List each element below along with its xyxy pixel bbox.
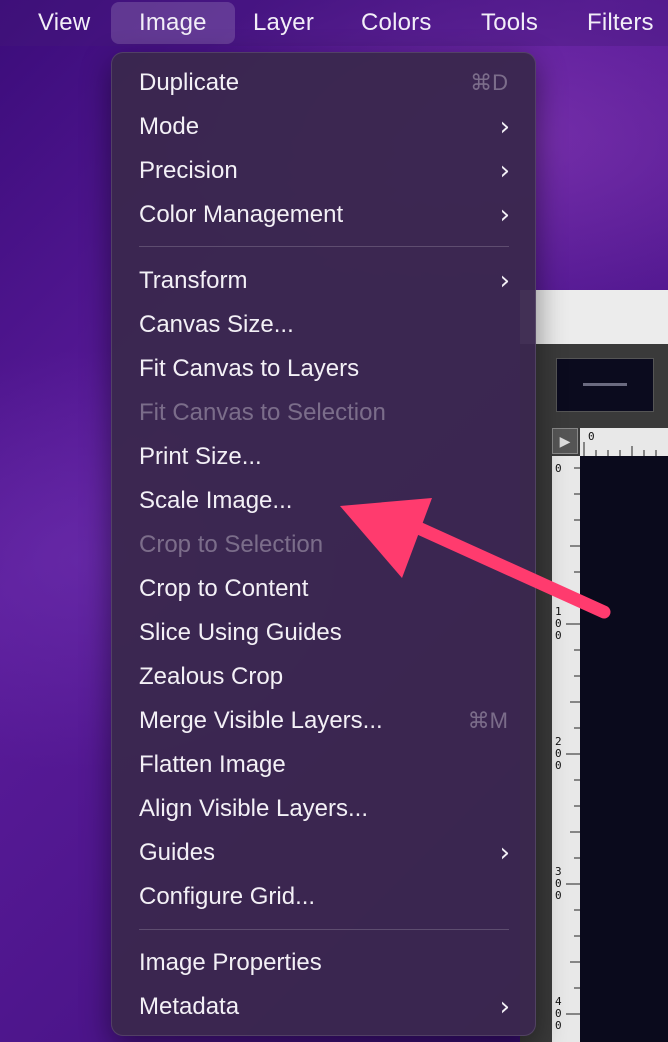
horizontal-ruler: 0: [580, 428, 668, 456]
menu-separator: [139, 929, 509, 930]
chevron-right-icon: ›: [499, 992, 510, 1022]
menu-item-label: Guides: [139, 839, 216, 866]
window-titlebar: [520, 290, 668, 344]
menu-item-transform[interactable]: Transform ›: [111, 259, 536, 303]
menu-colors[interactable]: Colors: [361, 0, 432, 46]
menu-item-label: Configure Grid...: [139, 883, 316, 910]
image-menu: Duplicate ⌘D Mode › Precision › Color Ma…: [111, 52, 536, 1036]
menu-view[interactable]: View: [38, 0, 90, 46]
menu-item-label: Duplicate: [139, 69, 240, 96]
chevron-right-icon: ›: [499, 112, 510, 142]
menu-item-label: Scale Image...: [139, 487, 293, 514]
menu-item-label: Precision: [139, 157, 238, 184]
menu-item-metadata[interactable]: Metadata ›: [111, 985, 536, 1029]
image-thumbnail[interactable]: [556, 358, 654, 412]
gimp-window: ▶ 0 0 100 200 300 400: [520, 290, 668, 1042]
menu-item-label: Merge Visible Layers...: [139, 707, 383, 734]
shortcut-label: ⌘D: [470, 70, 508, 95]
menu-item-color-management[interactable]: Color Management ›: [111, 193, 536, 237]
chevron-right-icon: ›: [499, 156, 510, 186]
chevron-right-icon: ›: [499, 200, 510, 230]
ruler-ticks: [583, 442, 657, 456]
menu-item-guides[interactable]: Guides ›: [111, 831, 536, 875]
menu-item-zealous-crop[interactable]: Zealous Crop: [111, 655, 536, 699]
shortcut-label: ⌘M: [467, 708, 508, 733]
chevron-right-icon: ›: [499, 266, 510, 296]
vertical-ruler: 0 100 200 300 400: [552, 456, 580, 1042]
menu-item-align-visible-layers[interactable]: Align Visible Layers...: [111, 787, 536, 831]
menu-item-label: Zealous Crop: [139, 663, 284, 690]
menu-item-label: Transform: [139, 267, 248, 294]
menu-item-image-properties[interactable]: Image Properties: [111, 941, 536, 985]
menu-item-duplicate[interactable]: Duplicate ⌘D: [111, 61, 536, 105]
menu-item-flatten-image[interactable]: Flatten Image: [111, 743, 536, 787]
menu-item-print-size[interactable]: Print Size...: [111, 435, 536, 479]
menu-item-label: Metadata: [139, 993, 240, 1020]
menu-tools[interactable]: Tools: [481, 0, 538, 46]
menu-filters[interactable]: Filters: [587, 0, 654, 46]
menu-item-label: Fit Canvas to Selection: [139, 399, 386, 426]
menu-item-label: Slice Using Guides: [139, 619, 342, 646]
menu-item-label: Color Management: [139, 201, 344, 228]
menu-layer[interactable]: Layer: [253, 0, 314, 46]
vertical-ruler-ticks: [566, 467, 580, 1015]
menu-item-configure-grid[interactable]: Configure Grid...: [111, 875, 536, 919]
menu-item-precision[interactable]: Precision ›: [111, 149, 536, 193]
menu-image[interactable]: Image: [111, 2, 235, 44]
menu-item-crop-to-content[interactable]: Crop to Content: [111, 567, 536, 611]
menu-item-label: Crop to Selection: [139, 531, 324, 558]
menu-item-slice-using-guides[interactable]: Slice Using Guides: [111, 611, 536, 655]
menu-item-fit-canvas-to-layers[interactable]: Fit Canvas to Layers: [111, 347, 536, 391]
menu-item-label: Flatten Image: [139, 751, 286, 778]
chevron-right-icon: ›: [499, 838, 510, 868]
menu-item-mode[interactable]: Mode ›: [111, 105, 536, 149]
menu-item-fit-canvas-to-selection: Fit Canvas to Selection: [111, 391, 536, 435]
menu-item-label: Image Properties: [139, 949, 322, 976]
menu-item-merge-visible-layers[interactable]: Merge Visible Layers... ⌘M: [111, 699, 536, 743]
menu-item-scale-image[interactable]: Scale Image...: [111, 479, 536, 523]
menu-item-label: Mode: [139, 113, 200, 140]
navigate-icon[interactable]: ▶: [552, 428, 578, 454]
menu-item-label: Canvas Size...: [139, 311, 294, 338]
menu-bar: View Image Layer Colors Tools Filters: [0, 0, 668, 46]
menu-item-label: Align Visible Layers...: [139, 795, 369, 822]
menu-item-label: Crop to Content: [139, 575, 309, 602]
menu-item-crop-to-selection: Crop to Selection: [111, 523, 536, 567]
menu-item-label: Print Size...: [139, 443, 262, 470]
menu-separator: [139, 246, 509, 247]
menu-item-canvas-size[interactable]: Canvas Size...: [111, 303, 536, 347]
menu-item-label: Fit Canvas to Layers: [139, 355, 360, 382]
image-canvas[interactable]: [580, 456, 668, 1042]
